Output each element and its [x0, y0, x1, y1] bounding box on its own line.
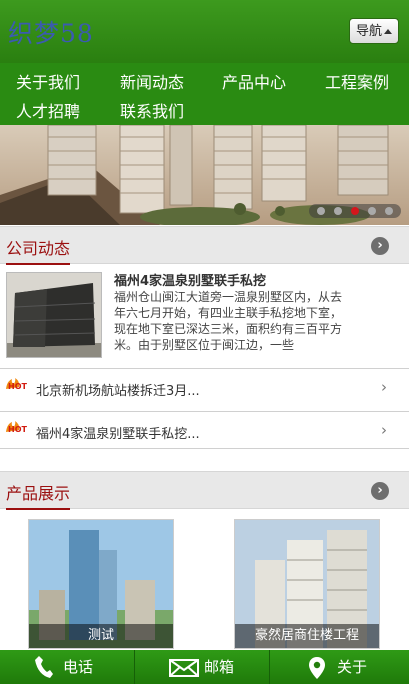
nav-toggle-label: 导航 [355, 24, 382, 39]
chevron-right-icon: › [381, 421, 387, 439]
news-list-item[interactable]: HOT 福州4家温泉别墅联手私挖... › [0, 411, 409, 449]
more-arrow-icon[interactable]: › [371, 482, 389, 500]
footer-mail-label: 邮箱 [204, 658, 235, 676]
menu-item-jobs[interactable]: 人才招聘 [16, 102, 80, 122]
footer-about-label: 关于 [337, 658, 368, 676]
slider-dot[interactable] [385, 207, 393, 215]
footer-mail-button[interactable]: 邮箱 [135, 650, 269, 684]
location-pin-icon [309, 657, 325, 679]
more-arrow-icon[interactable]: › [371, 237, 389, 255]
slider-pagination [309, 204, 401, 218]
menu-item-contact[interactable]: 联系我们 [120, 102, 184, 122]
news-feature[interactable]: 福州4家温泉别墅联手私挖 福州仓山闽江大道旁一温泉别墅区内，从去年六七月开始，有… [0, 262, 409, 366]
news-feature-summary: 福州仓山闽江大道旁一温泉别墅区内，从去年六七月开始，有四业主联手私挖地下室，现在… [114, 290, 343, 352]
site-logo[interactable]: 织梦58 [8, 14, 94, 50]
hot-badge-icon: HOT [6, 378, 27, 391]
product-caption: 豪然居商住楼工程 [235, 624, 379, 648]
banner-slider[interactable] [0, 125, 409, 225]
slider-dot[interactable] [317, 207, 325, 215]
phone-icon [35, 656, 53, 678]
footer-phone-label: 电话 [63, 658, 94, 676]
news-list-item[interactable]: HOT 北京新机场航站楼拆迁3月... › [0, 368, 409, 406]
slider-dot-active[interactable] [351, 207, 359, 215]
news-section-title[interactable]: 公司动态 [6, 235, 71, 265]
menu-item-news[interactable]: 新闻动态 [120, 73, 184, 93]
news-list-title[interactable]: 福州4家温泉别墅联手私挖... [36, 423, 200, 442]
slider-dot[interactable] [368, 207, 376, 215]
menu-item-about[interactable]: 关于我们 [16, 73, 80, 93]
products-section-title[interactable]: 产品展示 [6, 480, 71, 510]
svg-text:HOT: HOT [8, 382, 27, 391]
news-section-header: 公司动态 › [0, 226, 409, 265]
chevron-right-icon: › [381, 378, 387, 396]
caret-up-icon [384, 29, 392, 34]
product-caption: 测试 [29, 624, 173, 648]
svg-text:HOT: HOT [8, 425, 27, 434]
news-feature-image[interactable] [6, 272, 102, 358]
slider-dot[interactable] [334, 207, 342, 215]
nav-toggle-button[interactable]: 导航 [349, 18, 399, 44]
products-section-header: 产品展示 › [0, 471, 409, 510]
construction-photo [7, 273, 101, 357]
footer-about-button[interactable]: 关于 [270, 650, 409, 684]
product-card[interactable]: 豪然居商住楼工程 [234, 519, 380, 649]
news-list-title[interactable]: 北京新机场航站楼拆迁3月... [36, 380, 200, 399]
hot-badge-icon: HOT [6, 421, 27, 434]
news-feature-title[interactable]: 福州4家温泉别墅联手私挖 [114, 270, 266, 289]
footer-bar: 电话 邮箱 关于 [0, 650, 409, 684]
header: 织梦58 导航 [0, 0, 409, 63]
footer-phone-button[interactable]: 电话 [0, 650, 134, 684]
main-menu: 关于我们 新闻动态 产品中心 工程案例 人才招聘 联系我们 [0, 63, 409, 125]
menu-item-cases[interactable]: 工程案例 [325, 73, 389, 93]
mail-icon [169, 659, 199, 677]
product-card[interactable]: 测试 [28, 519, 174, 649]
products-grid: 测试 豪然居商住楼工程 [0, 509, 409, 649]
menu-item-products[interactable]: 产品中心 [222, 73, 286, 93]
